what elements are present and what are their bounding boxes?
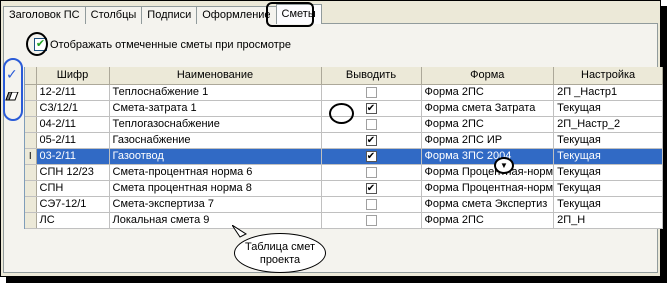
row-indicator [25, 132, 37, 149]
tab-columns[interactable]: Столбцы [84, 6, 143, 24]
show-marked-label: Отображать отмеченные сметы при просмотр… [50, 38, 291, 51]
callout-line-2: проекта [259, 254, 301, 266]
tab-header-ps[interactable]: Заголовок ПС [3, 6, 86, 24]
row-indicator [25, 100, 37, 117]
frame-shadow-bottom [6, 277, 667, 283]
column-header-form[interactable]: Форма [421, 67, 555, 85]
check-icon[interactable]: ✓ [6, 66, 18, 83]
cell-name[interactable]: Смета процентная норма 8 [109, 180, 322, 197]
cell-name[interactable]: Газоотвод [109, 148, 322, 165]
cell-name[interactable]: Газоснабжение [109, 132, 322, 149]
cell-output[interactable]: ✔ [321, 148, 422, 165]
cell-form[interactable]: Форма 2ПС [421, 116, 555, 133]
cell-code[interactable]: 05-2/11 [36, 132, 110, 149]
row-indicator [25, 164, 37, 181]
table-row[interactable]: 05-2/11 Газоснабжение ✔ Форма 2ПС ИР Текущая [25, 132, 664, 149]
cell-code[interactable]: С3/12/1 [36, 100, 110, 117]
cell-form[interactable]: Форма 2ПС [421, 212, 555, 229]
table-row[interactable]: 12-2/11 Теплоснабжение 1 Форма 2ПС 2П _Наст… [25, 84, 664, 101]
cell-code[interactable]: 03-2/11 [36, 148, 110, 165]
indicator-header [25, 67, 37, 85]
cell-form[interactable]: Форма Процентная-норм [421, 164, 555, 181]
callout-line-1: Таблица смет [244, 241, 316, 253]
callout-bubble: Таблица смет проекта [234, 233, 326, 273]
table-row[interactable]: СПН 12/23 Смета-процентная норма 6 Форма П… [25, 164, 664, 181]
cell-setting[interactable]: Текущая [553, 164, 664, 181]
cell-output[interactable] [321, 212, 422, 229]
cell-output[interactable] [321, 196, 422, 213]
cell-output[interactable] [321, 84, 422, 101]
column-header-code[interactable]: Шифр [36, 67, 110, 85]
cell-code[interactable]: СПН [36, 180, 110, 197]
cell-name[interactable]: Смета-процентная норма 6 [109, 164, 322, 181]
table-row[interactable]: СЭ7-12/1 Смета-экспертиза 7 Форма смета Эк… [25, 196, 664, 213]
cell-name[interactable]: Смета-экспертиза 7 [109, 196, 322, 213]
output-checkbox[interactable]: ✔ [365, 134, 377, 146]
output-checkbox[interactable]: ✔ [365, 182, 377, 194]
cell-form[interactable]: Форма 2ПС ИР [421, 132, 555, 149]
row-indicator: I [25, 148, 37, 165]
table-row[interactable]: ЛС Локальная смета 9 Форма 2ПС 2П_Н [25, 212, 664, 229]
output-checkbox[interactable]: ✔ [365, 102, 377, 114]
column-header-setting[interactable]: Настройка [553, 67, 664, 85]
cell-setting[interactable]: 2П_Настр_2 [553, 116, 664, 133]
checkbox-highlight-ring [26, 32, 48, 56]
output-checkbox[interactable] [365, 198, 377, 210]
cell-form[interactable]: Форма смета Экспертиз [421, 196, 555, 213]
cell-name[interactable]: Теплогазоснабжение [109, 116, 322, 133]
cell-output[interactable]: ✔ [321, 132, 422, 149]
cell-setting[interactable]: 2П _Настр1 [553, 84, 664, 101]
table-row[interactable]: I 03-2/11 Газоотвод ✔ Форма 3ПС 2004 Текущая [25, 148, 664, 165]
cell-code[interactable]: 12-2/11 [36, 84, 110, 101]
output-checkbox[interactable] [365, 86, 377, 98]
row-indicator [25, 180, 37, 197]
cell-form[interactable]: Форма Процентная-норм [421, 180, 555, 197]
output-checkbox[interactable] [365, 166, 377, 178]
tab-design[interactable]: Оформление [196, 6, 277, 24]
row-indicator [25, 116, 37, 133]
row-indicator [25, 196, 37, 213]
cell-form[interactable]: Форма смета Затрата [421, 100, 555, 117]
cell-setting[interactable]: Текущая [553, 196, 664, 213]
eraser-icon[interactable] [5, 92, 19, 101]
output-checkbox[interactable]: ✔ [365, 150, 377, 162]
show-marked-row: ✔ Отображать отмеченные сметы при просмо… [34, 38, 291, 51]
cell-output[interactable]: ✔ [321, 180, 422, 197]
cell-name[interactable]: Локальная смета 9 [109, 212, 322, 229]
output-checkbox-highlight-ring [329, 103, 354, 124]
row-indicator [25, 212, 37, 229]
output-checkbox[interactable] [365, 118, 377, 130]
tab-highlight-ring [266, 2, 314, 27]
cell-setting[interactable]: Текущая [553, 148, 664, 165]
table-row[interactable]: СПН Смета процентная норма 8 ✔ Форма Процен… [25, 180, 664, 197]
callout-tail [232, 225, 248, 238]
tab-signatures[interactable]: Подписи [141, 6, 198, 24]
cell-setting[interactable]: Текущая [553, 100, 664, 117]
cell-setting[interactable]: Текущая [553, 132, 664, 149]
cell-code[interactable]: 04-2/11 [36, 116, 110, 133]
column-header-output[interactable]: Выводить [321, 67, 422, 85]
cell-form[interactable]: Форма 2ПС [421, 84, 555, 101]
cell-name[interactable]: Теплоснабжение 1 [109, 84, 322, 101]
cell-code[interactable]: СПН 12/23 [36, 164, 110, 181]
output-checkbox[interactable] [365, 214, 377, 226]
cell-code[interactable]: ЛС [36, 212, 110, 229]
dropdown-arrow-icon[interactable]: ▼ [494, 157, 514, 174]
cell-setting[interactable]: Текущая [553, 180, 664, 197]
cell-output[interactable] [321, 164, 422, 181]
grid-header-row: Шифр Наименование Выводить Форма Настрой… [25, 67, 664, 85]
cell-setting[interactable]: 2П_Н [553, 212, 664, 229]
cell-name[interactable]: Смета-затрата 1 [109, 100, 322, 117]
column-header-name[interactable]: Наименование [109, 67, 322, 85]
row-indicator [25, 84, 37, 101]
estimates-grid: Шифр Наименование Выводить Форма Настрой… [24, 67, 664, 229]
cell-code[interactable]: СЭ7-12/1 [36, 196, 110, 213]
cell-form[interactable]: Форма 3ПС 2004 [421, 148, 555, 165]
